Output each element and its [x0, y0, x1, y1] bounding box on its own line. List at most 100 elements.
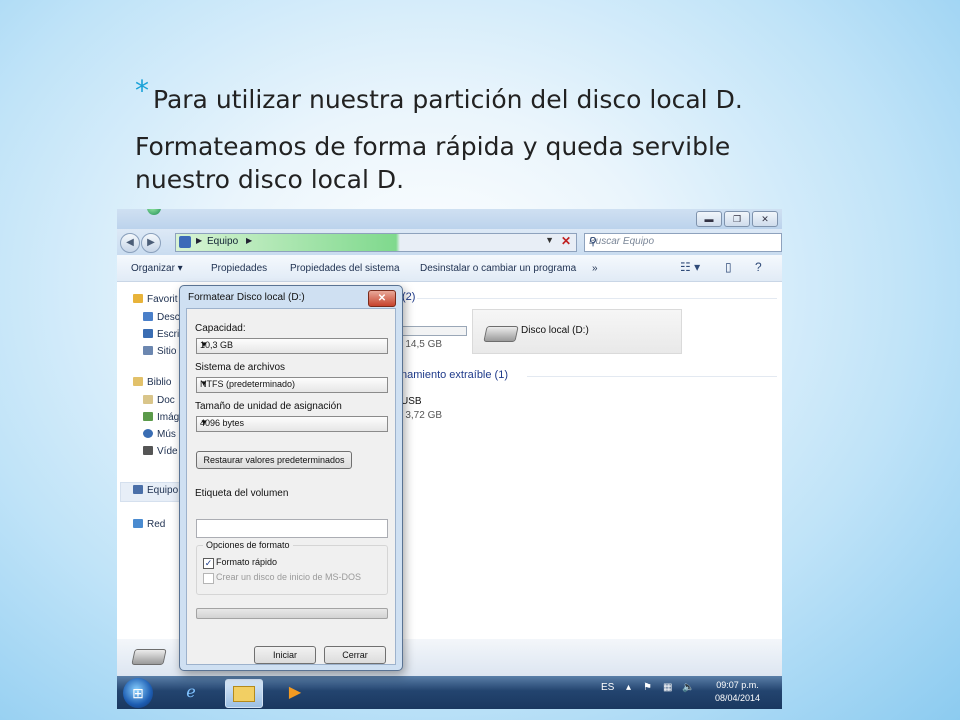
slide-body: Formateamos de forma rápida y queda serv… [135, 132, 731, 194]
pictures-icon [143, 412, 153, 421]
nav-recent[interactable]: Sitio [143, 346, 176, 357]
ms-dos-checkbox[interactable] [203, 573, 214, 584]
drive-d-label: Disco local (D:) [521, 325, 589, 336]
uninstall-button[interactable]: Desinstalar o cambiar un programa [420, 263, 576, 274]
clock-date: 08/04/2014 [714, 693, 760, 703]
clock-time: 09:07 p.m. [716, 680, 759, 690]
section-divider [417, 298, 777, 299]
section-divider [527, 376, 777, 377]
start-format-button[interactable]: Iniciar [254, 646, 316, 664]
screenshot-explorer-window: ▬ ❐ ✕ ◀ ▶ ▶ Equipo ▶ ▼ ✕ Buscar Equipo ⚲… [117, 209, 782, 709]
nav-desktop[interactable]: Desc [143, 312, 180, 323]
stop-icon[interactable]: ✕ [561, 234, 571, 248]
hard-drive-icon [483, 326, 519, 342]
properties-button[interactable]: Propiedades [211, 263, 267, 274]
navigation-pane: Favorit Desc Escri Sitio Biblio Doc Imág… [117, 282, 182, 676]
nav-pictures[interactable]: Imág [143, 412, 179, 423]
start-button[interactable]: ⊞ [123, 678, 153, 708]
file-explorer-taskbar-icon[interactable] [225, 679, 263, 708]
restore-defaults-button[interactable]: Restaurar valores predeterminados [196, 451, 352, 469]
nav-documents[interactable]: Doc [143, 395, 175, 406]
dialog-close-button[interactable]: ✕ [368, 290, 396, 307]
window-controls: ▬ ❐ ✕ [696, 211, 778, 227]
ms-dos-label: Crear un disco de inicio de MS-DOS [216, 572, 362, 582]
network-tray-icon[interactable]: ▦ [663, 682, 672, 693]
search-input[interactable]: Buscar Equipo ⚲ [584, 233, 782, 252]
dialog-title: Formatear Disco local (D:) [188, 292, 305, 303]
volume-label-label: Etiqueta del volumen [195, 488, 289, 499]
preview-pane-icon[interactable]: ▯ [725, 260, 732, 274]
nav-computer[interactable]: Equipo [133, 485, 178, 496]
slide-bullet: * [135, 74, 149, 107]
more-commands-button[interactable]: » [592, 263, 598, 274]
nav-network[interactable]: Red [133, 519, 165, 530]
quick-format-label: Formato rápido [216, 557, 278, 567]
format-dialog: Formatear Disco local (D:) ✕ Capacidad: … [179, 285, 403, 671]
address-dropdown-icon[interactable]: ▼ [545, 235, 554, 245]
star-icon [133, 294, 143, 303]
filesystem-label: Sistema de archivos [195, 362, 286, 373]
chevron-down-icon: ▼ [200, 340, 208, 349]
documents-icon [143, 395, 153, 404]
library-icon [133, 377, 143, 386]
nav-music[interactable]: Mús [143, 429, 176, 440]
close-button[interactable]: ✕ [752, 211, 778, 227]
dialog-body: Capacidad: 10,3 GB ▼ Sistema de archivos … [186, 308, 396, 665]
window-orb-icon [147, 209, 161, 215]
music-icon [143, 429, 153, 438]
close-dialog-button[interactable]: Cerrar [324, 646, 386, 664]
nav-favorites[interactable]: Favorit [133, 294, 178, 305]
capacity-label: Capacidad: [195, 323, 246, 334]
format-progress-bar [196, 608, 388, 619]
taskbar: ⊞ ℯ ▶ ES ▴ ⚑ ▦ 🔈 09:07 p.m. 08/04/2014 [117, 676, 782, 709]
usb-drive-label[interactable]: USB [401, 396, 422, 407]
nav-downloads[interactable]: Escri [143, 329, 179, 340]
window-titlebar: ▬ ❐ ✕ [117, 209, 782, 229]
nav-libraries[interactable]: Biblio [133, 377, 171, 388]
computer-icon [133, 485, 143, 494]
format-options-title: Opciones de formato [203, 540, 293, 550]
drive-d-tile[interactable]: Disco local (D:) [472, 309, 682, 354]
slide-title: * Para utilizar nuestra partición del dis… [135, 74, 743, 115]
volume-label-input[interactable] [196, 519, 388, 538]
organize-menu[interactable]: Organizar ▾ [131, 263, 183, 274]
internet-explorer-icon[interactable]: ℯ [173, 679, 209, 706]
search-icon[interactable]: ⚲ [589, 235, 777, 248]
address-bar[interactable]: ▶ Equipo ▶ ▼ ✕ [175, 233, 577, 252]
filesystem-select[interactable]: NTFS (predeterminado) ▼ [196, 377, 388, 393]
volume-icon[interactable]: 🔈 [682, 682, 694, 693]
slide-title-text: Para utilizar nuestra partición del disc… [153, 85, 743, 114]
chevron-down-icon: ▼ [200, 418, 208, 427]
allocation-select[interactable]: 4096 bytes ▼ [196, 416, 388, 432]
usb-free-space: e 3,72 GB [397, 410, 443, 421]
minimize-button[interactable]: ▬ [696, 211, 722, 227]
command-bar: Organizar ▾ Propiedades Propiedades del … [117, 255, 782, 282]
videos-icon [143, 446, 153, 455]
system-properties-button[interactable]: Propiedades del sistema [290, 263, 400, 274]
language-indicator[interactable]: ES [601, 682, 614, 693]
view-options-icon[interactable]: ☷ ▾ [680, 260, 700, 274]
removable-storage-header: namiento extraíble (1) [401, 369, 508, 381]
help-icon[interactable]: ? [755, 260, 762, 274]
breadcrumb-arrow-icon[interactable]: ▶ [246, 236, 252, 245]
capacity-select[interactable]: 10,3 GB ▼ [196, 338, 388, 354]
maximize-button[interactable]: ❐ [724, 211, 750, 227]
network-icon [133, 519, 143, 528]
hard-disks-header: (2) [402, 291, 416, 303]
drive-c-free-space: e 14,5 GB [397, 339, 443, 350]
downloads-icon [143, 329, 153, 338]
breadcrumb-arrow-icon[interactable]: ▶ [196, 236, 202, 245]
address-path[interactable]: Equipo [207, 236, 238, 247]
system-clock[interactable]: 09:07 p.m. 08/04/2014 [715, 679, 760, 705]
action-center-flag-icon[interactable]: ⚑ [643, 682, 652, 693]
quick-format-checkbox[interactable]: ✓ [203, 558, 214, 569]
allocation-label: Tamaño de unidad de asignación [195, 401, 342, 412]
media-player-icon[interactable]: ▶ [277, 679, 313, 706]
computer-icon [179, 236, 191, 248]
nav-videos[interactable]: Víde [143, 446, 178, 457]
forward-button[interactable]: ▶ [141, 233, 161, 253]
show-hidden-icons-icon[interactable]: ▴ [626, 682, 631, 693]
back-button[interactable]: ◀ [120, 233, 140, 253]
chevron-down-icon: ▼ [200, 379, 208, 388]
recent-places-icon [143, 346, 153, 355]
